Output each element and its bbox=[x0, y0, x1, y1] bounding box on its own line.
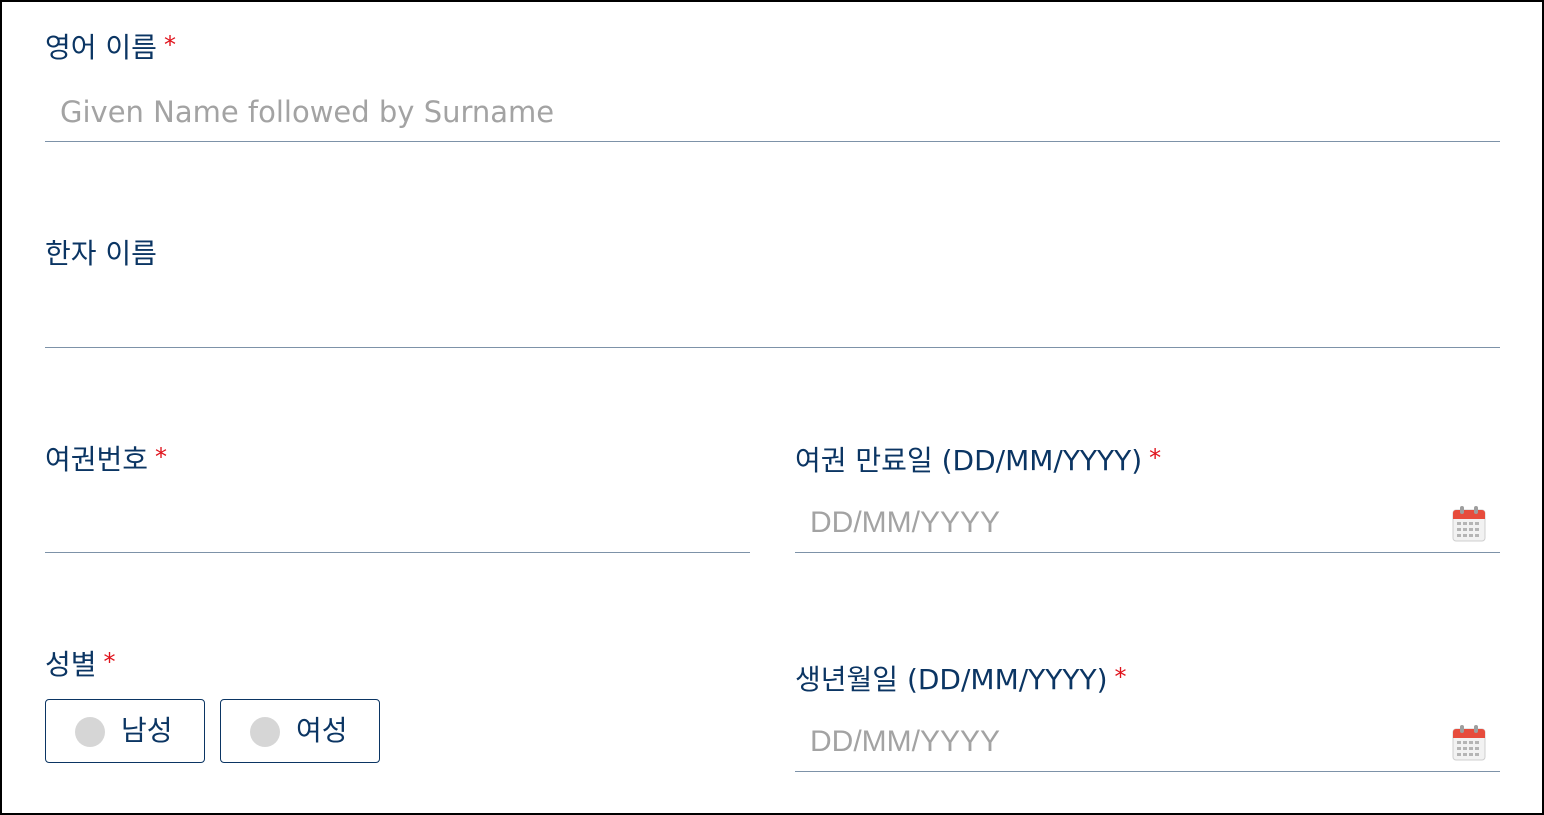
hanja-name-label-text: 한자 이름 bbox=[45, 237, 157, 270]
required-mark: * bbox=[163, 31, 176, 59]
hanja-name-input[interactable] bbox=[45, 289, 1500, 347]
gender-label: 성별 * bbox=[45, 647, 116, 684]
english-name-label: 영어 이름 * bbox=[45, 30, 176, 67]
passport-number-label: 여권번호 * bbox=[45, 442, 167, 479]
hanja-name-label: 한자 이름 bbox=[45, 236, 157, 272]
birth-date-field-wrapper bbox=[795, 713, 1500, 772]
gender-option-label: 남성 bbox=[121, 714, 173, 747]
required-mark: * bbox=[103, 648, 116, 676]
passport-number-input[interactable] bbox=[45, 494, 750, 552]
passport-number-label-text: 여권번호 bbox=[45, 443, 149, 476]
required-mark: * bbox=[155, 443, 168, 471]
passport-expiry-label: 여권 만료일 (DD/MM/YYYY) * bbox=[795, 443, 1161, 480]
hanja-name-field-wrapper bbox=[45, 289, 1500, 348]
birth-date-label: 생년월일 (DD/MM/YYYY) * bbox=[795, 662, 1127, 699]
gender-option-label: 여성 bbox=[296, 714, 348, 747]
calendar-icon[interactable] bbox=[1452, 725, 1486, 761]
gender-label-text: 성별 bbox=[45, 648, 97, 681]
english-name-input[interactable] bbox=[45, 83, 1500, 141]
radio-circle-icon bbox=[250, 717, 280, 747]
required-mark: * bbox=[1149, 444, 1162, 472]
passport-number-field-wrapper bbox=[45, 494, 750, 553]
passport-expiry-label-text: 여권 만료일 (DD/MM/YYYY) bbox=[795, 444, 1143, 477]
required-mark: * bbox=[1114, 663, 1127, 691]
calendar-icon[interactable] bbox=[1452, 506, 1486, 542]
gender-option-female[interactable]: 여성 bbox=[220, 699, 380, 763]
gender-option-male[interactable]: 남성 bbox=[45, 699, 205, 763]
english-name-field-wrapper bbox=[45, 83, 1500, 142]
passport-expiry-field-wrapper bbox=[795, 494, 1500, 553]
english-name-label-text: 영어 이름 bbox=[45, 31, 157, 64]
birth-date-input[interactable] bbox=[795, 713, 1500, 771]
radio-circle-icon bbox=[75, 717, 105, 747]
birth-date-label-text: 생년월일 (DD/MM/YYYY) bbox=[795, 663, 1108, 696]
passport-expiry-input[interactable] bbox=[795, 494, 1500, 552]
